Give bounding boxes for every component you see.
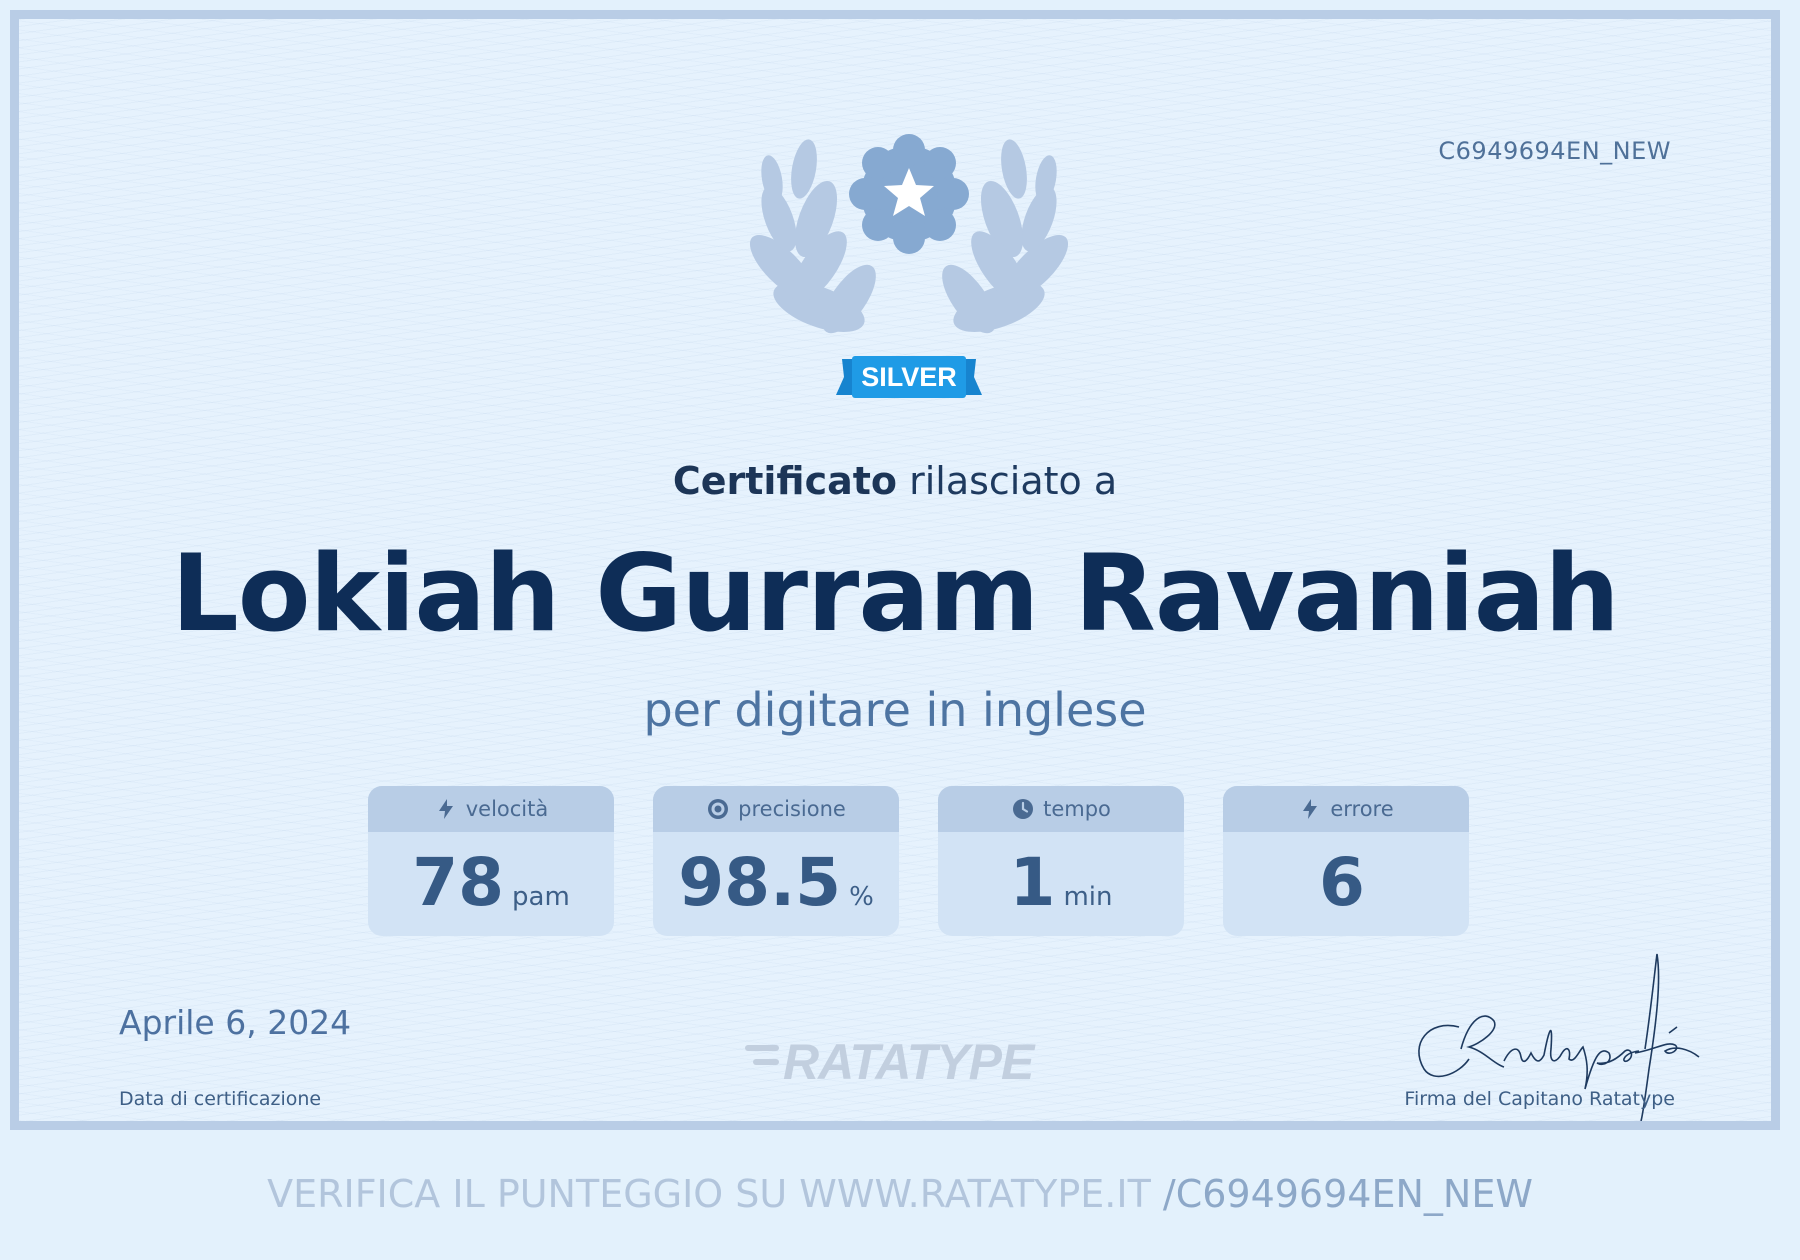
certificate-id: C6949694EN_NEW <box>1438 137 1671 165</box>
stat-value: 78 <box>412 844 505 921</box>
target-icon <box>708 799 729 819</box>
stat-header: velocità <box>368 786 614 832</box>
stat-card-speed: velocità 78 pam <box>368 786 614 936</box>
stat-header: errore <box>1223 786 1469 832</box>
stat-body: 98.5 % <box>653 832 899 936</box>
stat-value: 6 <box>1319 844 1365 921</box>
issued-bold: Certificato <box>672 459 898 503</box>
laurel-badge-icon: SILVER <box>749 134 1069 398</box>
stat-card-time: tempo 1 min <box>938 786 1184 936</box>
certificate-frame: C6949694EN_NEW SILVER Certificato rilasc… <box>10 10 1780 1130</box>
stat-body: 78 pam <box>368 832 614 936</box>
stat-body: 1 min <box>938 832 1184 936</box>
recipient-name: Lokiah Gurram Ravaniah <box>171 532 1620 655</box>
ratatype-logo: RATATYPE <box>745 1034 1037 1090</box>
stats-row: velocità 78 pam precisione 98.5 % tempo … <box>368 786 1470 938</box>
stat-card-errors: errore 6 <box>1223 786 1469 936</box>
date-caption: Data di certificazione <box>119 1088 322 1110</box>
stat-label: errore <box>1330 797 1394 821</box>
stat-card-accuracy: precisione 98.5 % <box>653 786 899 936</box>
logo-text: RATATYPE <box>783 1034 1036 1090</box>
stat-unit: % <box>849 882 874 912</box>
lightning-icon <box>438 799 453 819</box>
stat-value: 98.5 <box>678 844 842 921</box>
stat-unit: min <box>1063 882 1113 912</box>
stat-header: tempo <box>938 786 1184 832</box>
certificate-subject: per digitare in inglese <box>643 683 1147 737</box>
verify-text: VERIFICA IL PUNTEGGIO SU WWW.RATATYPE.IT <box>267 1172 1163 1216</box>
verify-link[interactable]: VERIFICA IL PUNTEGGIO SU WWW.RATATYPE.IT… <box>0 1172 1800 1216</box>
stat-body: 6 <box>1223 832 1469 936</box>
stat-unit: pam <box>512 882 570 912</box>
stat-label: velocità <box>465 797 549 821</box>
issued-rest: rilasciato a <box>897 459 1118 503</box>
verify-code: /C6949694EN_NEW <box>1162 1172 1533 1216</box>
issued-line: Certificato rilasciato a <box>19 459 1771 503</box>
lightning-icon <box>1303 799 1318 819</box>
stat-header: precisione <box>653 786 899 832</box>
signature-caption: Firma del Capitano Ratatype <box>1404 1088 1675 1110</box>
certification-date: Aprile 6, 2024 <box>119 1003 352 1042</box>
stat-label: precisione <box>738 797 846 821</box>
certificate-page: C6949694EN_NEW SILVER Certificato rilasc… <box>0 0 1800 1260</box>
badge-level-label: SILVER <box>861 362 957 392</box>
clock-icon <box>1013 799 1034 819</box>
stat-label: tempo <box>1043 797 1111 821</box>
stat-value: 1 <box>1009 844 1056 921</box>
